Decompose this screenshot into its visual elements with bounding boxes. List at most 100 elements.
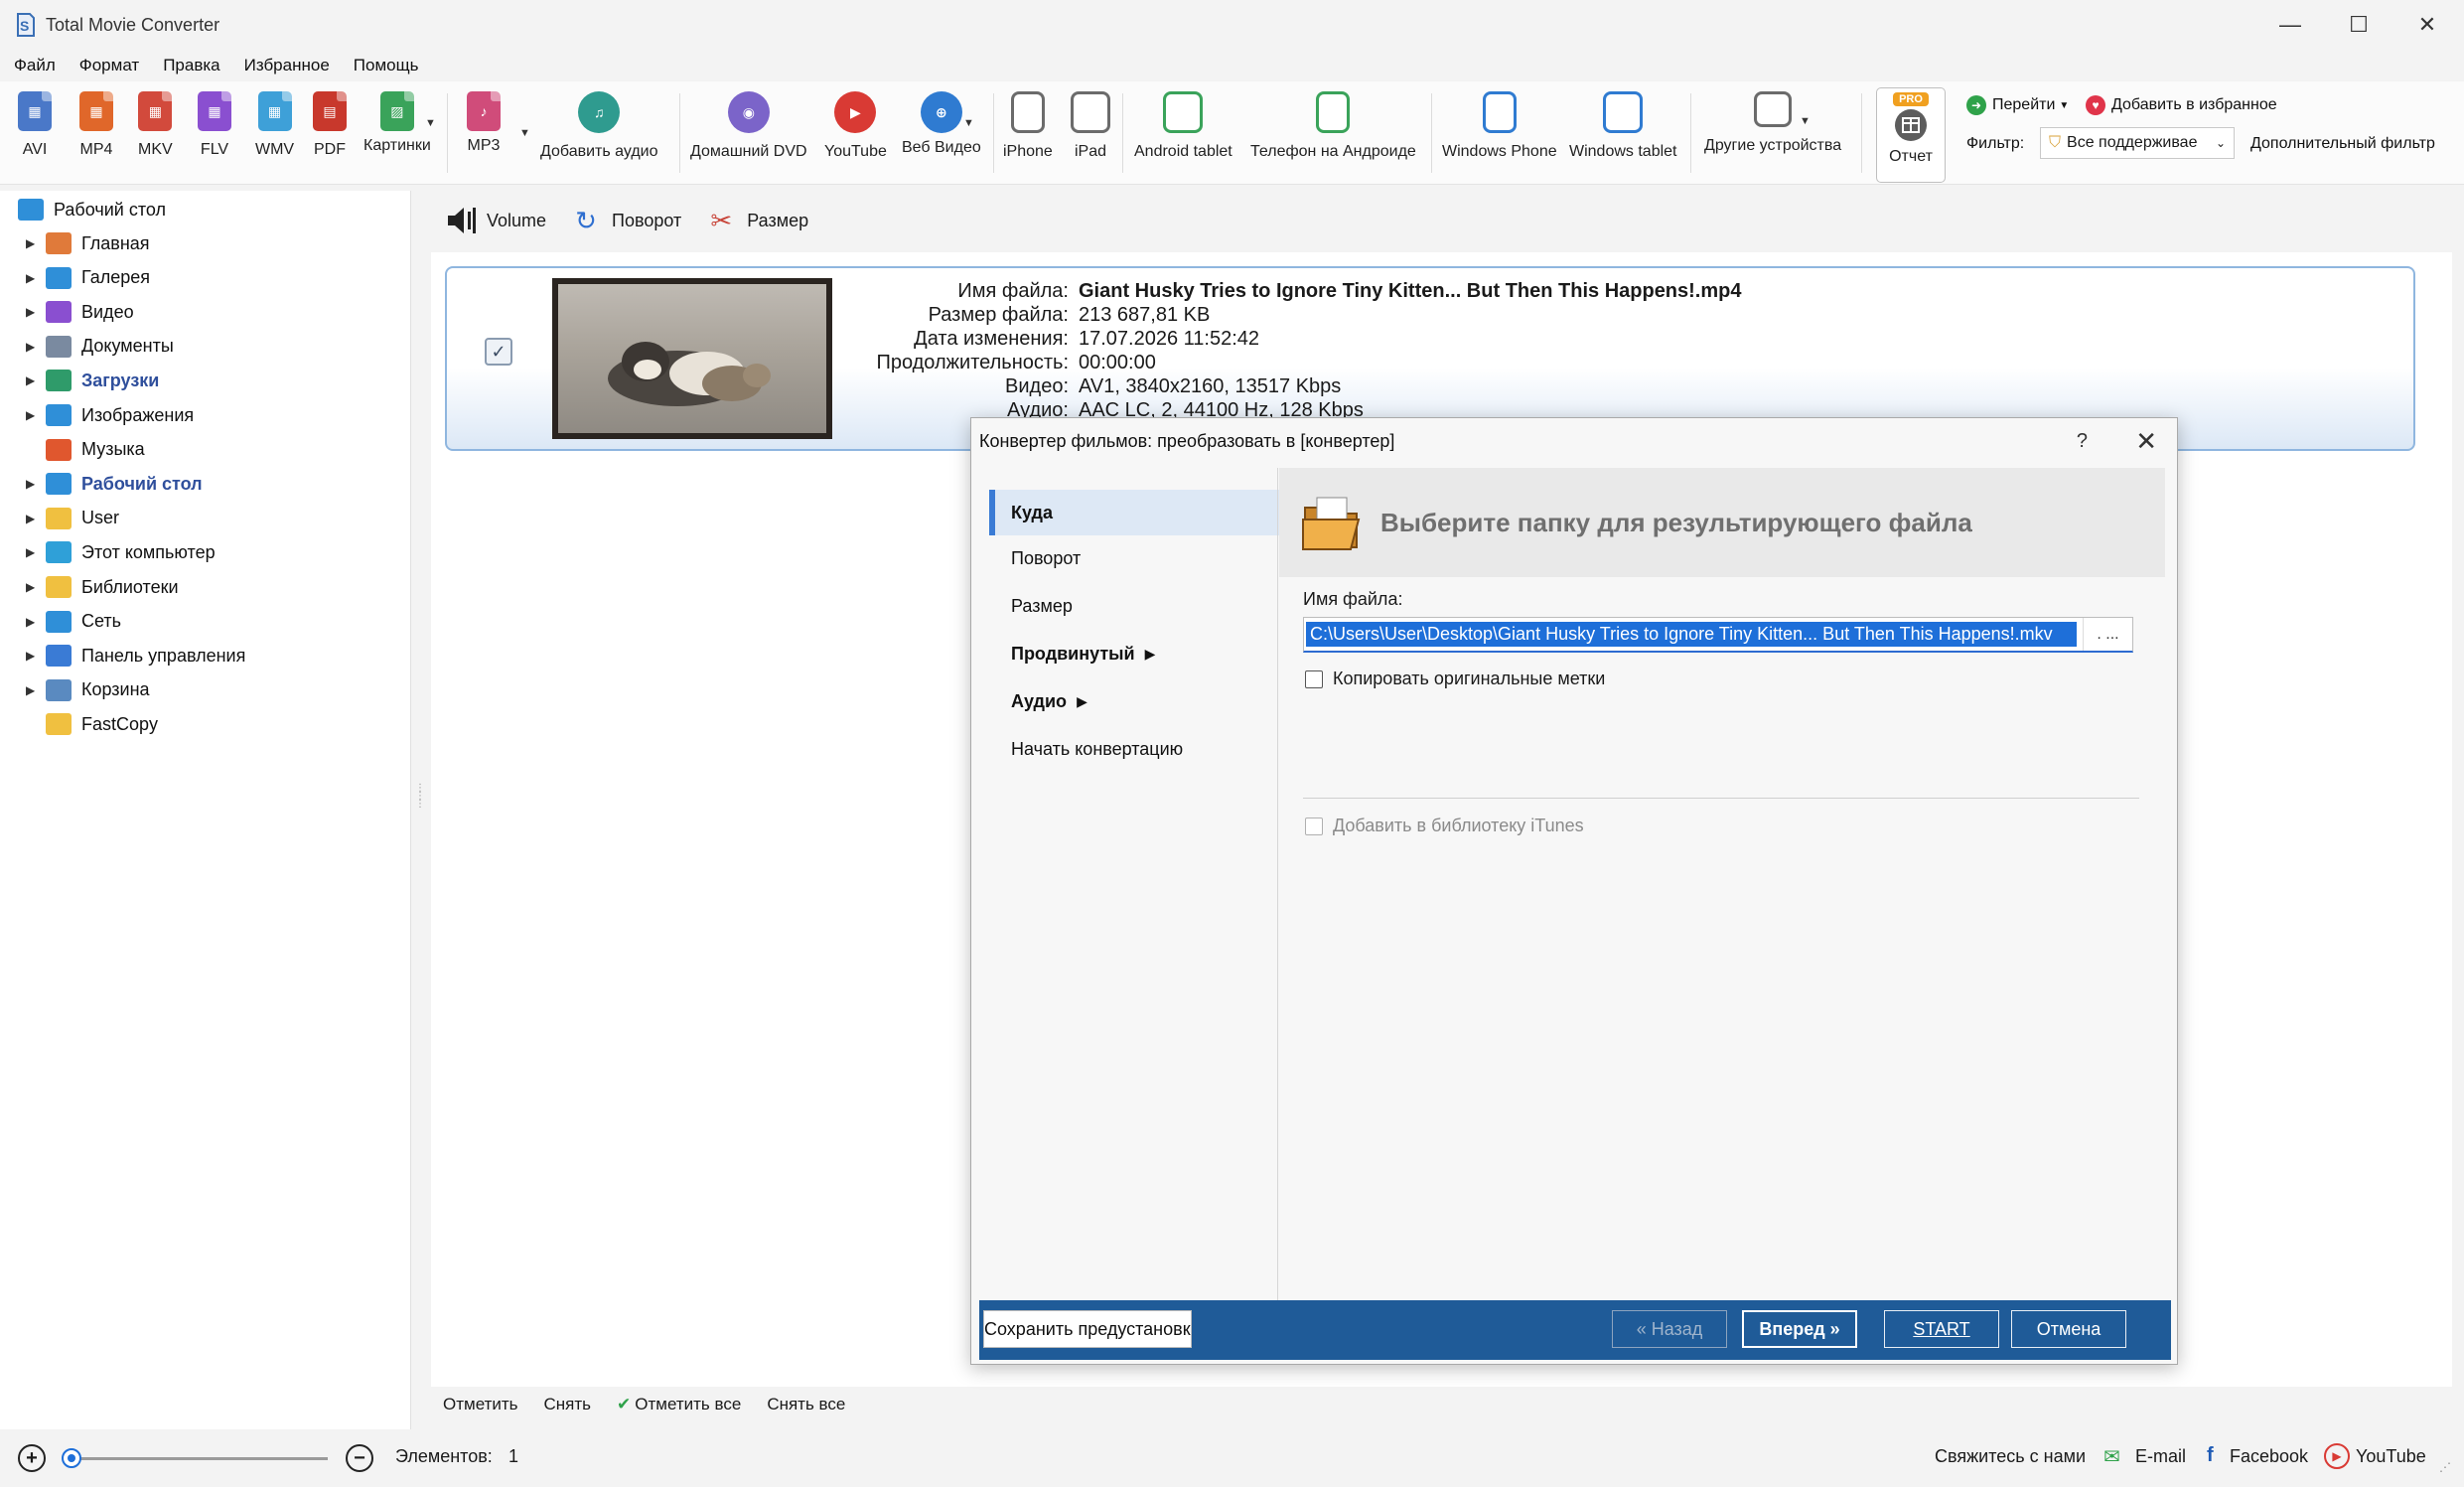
expand-arrow-icon[interactable]: ▶ <box>26 271 40 285</box>
step-rotate[interactable]: Поворот <box>989 535 1293 581</box>
ipad-button[interactable]: iPad <box>1071 89 1110 161</box>
convert-images-button[interactable]: ▨ Картинки <box>363 89 431 155</box>
mark-link[interactable]: Отметить <box>443 1395 518 1414</box>
chevron-down-icon[interactable]: ▼ <box>519 127 530 139</box>
menu-format[interactable]: Формат <box>79 56 139 75</box>
unmark-link[interactable]: Снять <box>544 1395 592 1414</box>
start-button[interactable]: START <box>1884 1310 1999 1348</box>
chevron-down-icon[interactable]: ▼ <box>425 117 436 129</box>
expand-arrow-icon[interactable]: ▶ <box>26 236 40 250</box>
zoom-in-button[interactable]: + <box>18 1444 46 1472</box>
menu-edit[interactable]: Правка <box>163 56 219 75</box>
android-phone-button[interactable]: Телефон на Андроиде <box>1250 89 1416 161</box>
tree-item[interactable]: ▶ Корзина <box>26 673 150 707</box>
resize-button[interactable]: ✂ Размер <box>703 203 808 238</box>
step-destination[interactable]: Куда <box>989 490 1293 535</box>
expand-arrow-icon[interactable]: ▶ <box>26 373 40 387</box>
resize-grip-icon[interactable]: ⋰ <box>2439 1460 2451 1474</box>
step-advanced[interactable]: Продвинутый ▶ <box>989 631 1293 676</box>
report-button[interactable]: PRO Отчет <box>1876 87 1946 183</box>
libraries-icon <box>46 576 72 598</box>
tree-item[interactable]: ▶ Рабочий стол <box>26 467 203 501</box>
minimize-button[interactable]: — <box>2256 0 2324 50</box>
convert-mkv-button[interactable]: ▦ MKV <box>138 89 173 159</box>
expand-arrow-icon[interactable]: ▶ <box>26 545 40 559</box>
tree-item[interactable]: ▶ Загрузки <box>26 364 159 397</box>
youtube-link[interactable]: YouTube <box>2356 1446 2426 1467</box>
expand-arrow-icon[interactable]: ▶ <box>26 512 40 525</box>
zoom-out-button[interactable]: − <box>346 1444 373 1472</box>
chevron-down-icon[interactable]: ▼ <box>1800 115 1811 127</box>
android-tablet-button[interactable]: Android tablet <box>1134 89 1232 161</box>
add-audio-button[interactable]: ♫ Добавить аудио <box>540 89 658 161</box>
zoom-slider[interactable] <box>68 1457 328 1460</box>
step-audio[interactable]: Аудио ▶ <box>989 678 1293 724</box>
iphone-button[interactable]: iPhone <box>1003 89 1053 161</box>
menu-favorites[interactable]: Избранное <box>244 56 330 75</box>
convert-flv-button[interactable]: ▦ FLV <box>198 89 231 159</box>
menu-help[interactable]: Помощь <box>354 56 419 75</box>
expand-arrow-icon[interactable]: ▶ <box>26 615 40 629</box>
convert-avi-button[interactable]: ▦ AVI <box>18 89 52 159</box>
other-devices-button[interactable]: Другие устройства <box>1704 89 1841 155</box>
extra-filter-link[interactable]: Дополнительный фильтр <box>2250 135 2435 153</box>
email-link[interactable]: E-mail <box>2135 1446 2186 1467</box>
windows-phone-button[interactable]: Windows Phone <box>1442 89 1557 161</box>
youtube-button[interactable]: ▶ YouTube <box>824 89 887 161</box>
tree-item[interactable]: ▶ User <box>26 502 119 535</box>
chevron-down-icon[interactable]: ▼ <box>963 117 974 129</box>
expand-arrow-icon[interactable]: ▶ <box>26 683 40 697</box>
zoom-slider-thumb[interactable] <box>62 1448 81 1468</box>
tree-item[interactable]: ▶ Библиотеки <box>26 570 179 604</box>
expand-arrow-icon[interactable]: ▶ <box>26 340 40 354</box>
filter-dropdown[interactable]: ⛉ Все поддерживае ⌄ <box>2040 127 2235 159</box>
tree-item[interactable]: ▶ Видео <box>26 295 134 329</box>
tree-item[interactable]: Музыка <box>26 433 145 467</box>
back-button[interactable]: « Назад <box>1612 1310 1727 1348</box>
maximize-button[interactable]: ☐ <box>2325 0 2392 50</box>
facebook-link[interactable]: Facebook <box>2230 1446 2308 1467</box>
convert-wmv-button[interactable]: ▦ WMV <box>255 89 294 159</box>
convert-mp3-button[interactable]: ♪ MP3 <box>467 89 501 155</box>
filter-value: Все поддерживае <box>2067 134 2198 151</box>
browse-button[interactable]: . ... <box>2083 618 2132 651</box>
volume-button[interactable]: Volume <box>443 203 546 238</box>
tree-item[interactable]: FastCopy <box>26 707 158 741</box>
tree-item[interactable]: ▶ Документы <box>26 330 174 364</box>
tree-item[interactable]: ▶ Этот компьютер <box>26 535 216 569</box>
next-button[interactable]: Вперед » <box>1742 1310 1857 1348</box>
expand-arrow-icon[interactable]: ▶ <box>26 649 40 663</box>
copy-tags-checkbox[interactable]: Копировать оригинальные метки <box>1305 669 1605 689</box>
expand-arrow-icon[interactable]: ▶ <box>26 580 40 594</box>
tree-item[interactable]: ▶ Главная <box>26 226 150 260</box>
convert-pdf-button[interactable]: ▤ PDF <box>313 89 347 159</box>
panel-splitter[interactable]: ⋮ ⋮ ⋮ <box>415 784 425 824</box>
tree-item[interactable]: ▶ Галерея <box>26 261 150 295</box>
windows-tablet-button[interactable]: Windows tablet <box>1569 89 1677 161</box>
help-button[interactable]: ? <box>2077 430 2088 453</box>
goto-button[interactable]: ➜ Перейти ▼ <box>1966 95 2069 115</box>
step-size[interactable]: Размер <box>989 583 1293 629</box>
add-favorite-button[interactable]: ♥ Добавить в избранное <box>2086 95 2277 115</box>
filename-input[interactable]: C:\Users\User\Desktop\Giant Husky Tries … <box>1303 617 2133 653</box>
unmark-all-link[interactable]: Снять все <box>767 1395 845 1414</box>
mark-all-link[interactable]: Отметить все <box>635 1395 741 1414</box>
rotate-button[interactable]: ↻ Поворот <box>568 203 681 238</box>
tree-item[interactable]: ▶ Панель управления <box>26 639 245 672</box>
expand-arrow-icon[interactable]: ▶ <box>26 477 40 491</box>
expand-arrow-icon[interactable]: ▶ <box>26 305 40 319</box>
dialog-close-button[interactable]: ✕ <box>2135 426 2157 457</box>
convert-mp4-button[interactable]: ▦ MP4 <box>79 89 113 159</box>
home-dvd-button[interactable]: ◉ Домашний DVD <box>690 89 807 161</box>
contact-link[interactable]: Свяжитесь с нами <box>1935 1446 2086 1467</box>
cancel-button[interactable]: Отмена <box>2011 1310 2126 1348</box>
menu-file[interactable]: Файл <box>14 56 56 75</box>
step-start-conversion[interactable]: Начать конвертацию <box>989 726 1293 772</box>
tree-root-desktop[interactable]: Рабочий стол <box>18 193 166 226</box>
tree-item[interactable]: ▶ Изображения <box>26 398 194 432</box>
file-checkbox[interactable]: ✓ <box>485 338 512 366</box>
expand-arrow-icon[interactable]: ▶ <box>26 408 40 422</box>
close-button[interactable]: ✕ <box>2393 0 2461 50</box>
save-preset-button[interactable]: Сохранить предустановк <box>983 1310 1192 1348</box>
tree-item[interactable]: ▶ Сеть <box>26 605 121 639</box>
